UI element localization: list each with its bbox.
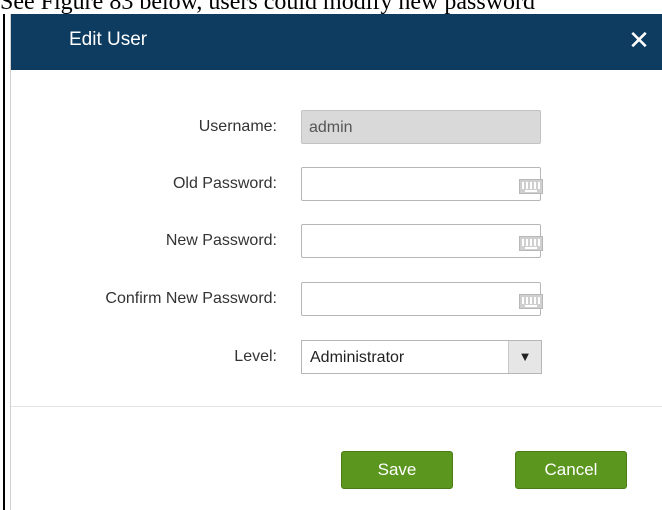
frame-border xyxy=(3,14,5,510)
new-password-field[interactable] xyxy=(301,224,543,258)
username-row: Username: admin xyxy=(11,108,662,148)
username-value: admin xyxy=(309,119,353,136)
confirm-password-label: Confirm New Password: xyxy=(105,290,277,307)
chevron-down-icon[interactable]: ▼ xyxy=(508,341,541,373)
level-row: Level: Administrator ▼ xyxy=(11,338,662,378)
username-field: admin xyxy=(301,110,541,144)
close-icon[interactable]: ✕ xyxy=(625,25,653,55)
old-password-row: Old Password: xyxy=(11,165,662,205)
edit-user-dialog: Edit User ✕ Username: admin Old Password… xyxy=(10,14,662,510)
level-select[interactable]: Administrator ▼ xyxy=(301,340,542,374)
old-password-label: Old Password: xyxy=(172,175,277,192)
new-password-row: New Password: xyxy=(11,222,662,262)
level-label: Level: xyxy=(234,348,277,365)
new-password-label: New Password: xyxy=(165,232,277,249)
footer-divider xyxy=(11,406,662,407)
save-button[interactable]: Save xyxy=(341,451,453,489)
confirm-password-field[interactable] xyxy=(301,282,543,316)
keyboard-icon[interactable] xyxy=(519,236,543,251)
dialog-title: Edit User xyxy=(69,29,148,50)
dialog-header: Edit User ✕ xyxy=(11,14,662,70)
keyboard-icon[interactable] xyxy=(519,179,543,194)
confirm-password-row: Confirm New Password: xyxy=(11,280,662,320)
cancel-button[interactable]: Cancel xyxy=(515,451,627,489)
old-password-field[interactable] xyxy=(301,167,543,201)
keyboard-icon[interactable] xyxy=(519,294,543,309)
level-value: Administrator xyxy=(310,349,405,366)
username-label: Username: xyxy=(198,118,277,135)
